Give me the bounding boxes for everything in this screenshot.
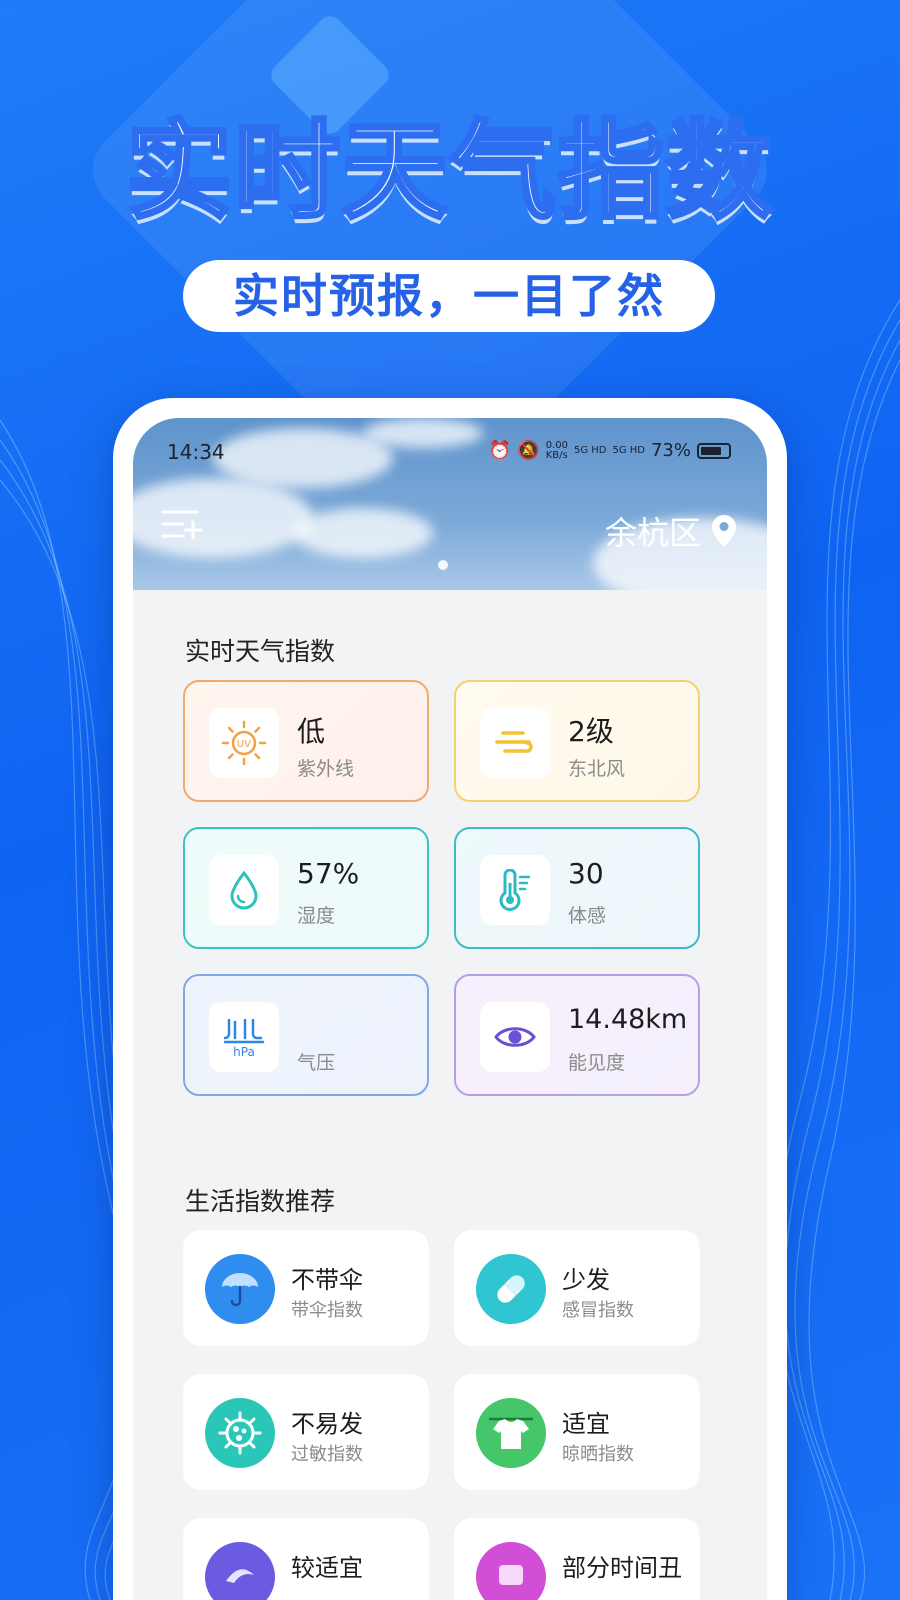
sky-header: 14:34 ⏰ 🔕 0.00 KB/s 5G HD 5G HD 73% 余杭区	[133, 418, 767, 590]
umbrella-value: 不带伞	[291, 1266, 363, 1294]
menu-add-icon[interactable]	[159, 506, 203, 544]
wind-label: 东北风	[568, 758, 626, 780]
umbrella-label: 带伞指数	[291, 1300, 363, 1321]
sport-icon	[205, 1542, 275, 1600]
sky-value: 部分时间丑	[562, 1554, 682, 1582]
allergen-icon	[205, 1398, 275, 1468]
uv-label: 紫外线	[297, 758, 355, 780]
pressure-label: 气压	[297, 1052, 336, 1074]
life-item-umbrella[interactable]: 不带伞 带伞指数	[183, 1230, 429, 1346]
allergy-value: 不易发	[291, 1410, 363, 1438]
app-screen: 14:34 ⏰ 🔕 0.00KB/s 5G HD 5G HD 73% 余杭区	[133, 418, 767, 1600]
water-drop-icon	[209, 855, 279, 925]
feels-like-label: 体感	[568, 905, 607, 927]
page-indicator	[438, 560, 448, 570]
weather-section-title: 实时天气指数	[185, 637, 336, 666]
wind-value: 2级	[568, 715, 614, 748]
mute-icon: 🔕	[517, 440, 540, 461]
cold-value: 少发	[562, 1266, 610, 1294]
cold-label: 感冒指数	[562, 1300, 634, 1321]
battery-icon	[697, 442, 731, 459]
weather-card-wind[interactable]: 2级 东北风	[454, 680, 700, 802]
pressure-hpa-icon: hPa	[209, 1002, 279, 1072]
location-pin-icon	[712, 515, 736, 547]
weather-card-pressure[interactable]: hPa 气压	[183, 974, 429, 1096]
weather-card-visibility[interactable]: 14.48km 能见度	[454, 974, 700, 1096]
humidity-value: 57%	[297, 857, 360, 890]
weather-card-humidity[interactable]: 57% 湿度	[183, 827, 429, 949]
pill-icon	[476, 1254, 546, 1324]
eye-icon	[480, 1002, 550, 1072]
city-selector[interactable]: 余杭区	[605, 508, 737, 554]
cloud	[293, 508, 433, 558]
promo-headline: 实时天气指数	[124, 108, 774, 235]
uv-value: 低	[297, 715, 326, 748]
life-item-allergy[interactable]: 不易发 过敏指数	[183, 1374, 429, 1490]
life-item-drying[interactable]: 适宜 晾晒指数	[454, 1374, 700, 1490]
weather-card-feels-like[interactable]: 30 体感	[454, 827, 700, 949]
uv-sun-icon: UV	[209, 708, 279, 778]
sim2-signal: 5G HD	[612, 444, 645, 456]
status-time: 14:34	[167, 440, 225, 464]
visibility-label: 能见度	[568, 1052, 626, 1074]
alarm-icon: ⏰	[488, 440, 512, 461]
promo-subtitle: 实时预报，一目了然	[183, 260, 715, 332]
cloud	[363, 418, 483, 448]
sim1-signal: 5G HD	[573, 444, 607, 456]
net-speed: 0.00 KB/s	[545, 439, 568, 461]
feels-like-value: 30	[568, 857, 604, 890]
life-item-cold[interactable]: 少发 感冒指数	[454, 1230, 700, 1346]
life-item-sky[interactable]: 部分时间丑	[454, 1518, 700, 1600]
drying-value: 适宜	[562, 1410, 610, 1438]
allergy-label: 过敏指数	[291, 1444, 363, 1465]
sport-value: 较适宜	[291, 1554, 363, 1582]
drying-label: 晾晒指数	[562, 1444, 634, 1465]
visibility-value: 14.48km	[568, 1004, 688, 1035]
umbrella-icon	[205, 1254, 275, 1324]
status-icons: ⏰ 🔕 0.00 KB/s 5G HD 5G HD 73%	[489, 440, 731, 461]
svg-text:UV: UV	[237, 739, 251, 750]
wind-icon	[480, 708, 550, 778]
life-section-title: 生活指数推荐	[185, 1187, 336, 1216]
battery-percent: 73%	[650, 440, 691, 461]
city-name: 余杭区	[604, 514, 701, 552]
life-item-sport[interactable]: 较适宜	[183, 1518, 429, 1600]
svg-text:hPa: hPa	[233, 1045, 255, 1059]
humidity-label: 湿度	[297, 905, 336, 927]
laundry-icon	[476, 1398, 546, 1468]
weather-card-uv[interactable]: UV 低 紫外线	[183, 680, 429, 802]
thermometer-icon	[480, 855, 550, 925]
sky-icon	[476, 1542, 546, 1600]
